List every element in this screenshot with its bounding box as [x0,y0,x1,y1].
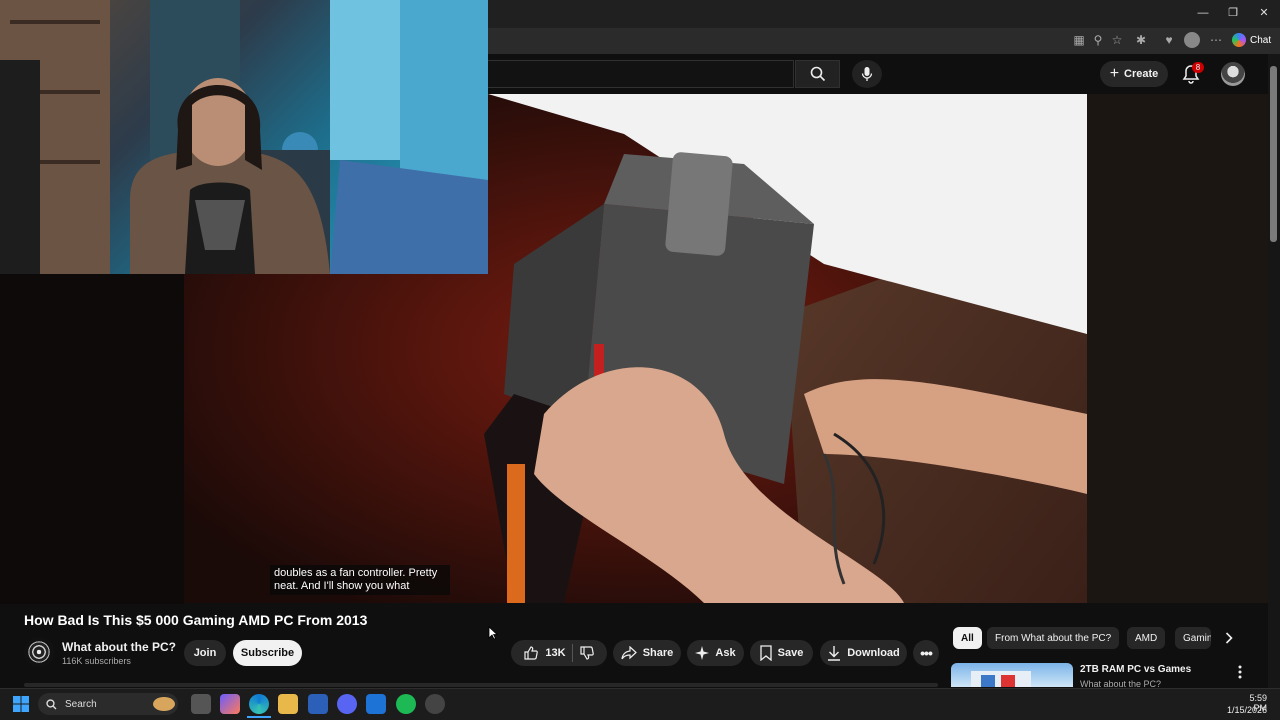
microphone-icon [861,67,873,81]
video-title: How Bad Is This $5 000 Gaming AMD PC Fro… [24,612,368,628]
app-icon[interactable] [366,694,386,714]
channel-avatar[interactable] [24,637,54,667]
taskbar-search-label: Search [65,698,97,710]
copilot-icon [1232,33,1246,47]
save-button[interactable]: Save [750,640,813,666]
search-button[interactable] [795,60,840,88]
clock-date[interactable]: 1/15/2026 [1226,705,1267,715]
voice-search-button[interactable] [852,60,882,88]
create-button[interactable]: + Create [1100,61,1168,87]
like-count: 13K [545,647,566,659]
video-pillarbox-left [0,274,184,604]
create-label: Create [1124,68,1159,80]
share-button[interactable]: Share [613,640,681,666]
extensions-icon[interactable]: ✱ [1133,32,1149,48]
more-actions-button[interactable]: ••• [913,640,939,666]
chat-label: Chat [1250,34,1272,46]
chevron-right-icon [1225,632,1233,644]
notification-badge: 8 [1192,62,1204,73]
profile-icon[interactable] [1184,32,1200,48]
chip-gaming[interactable]: Gaming [1175,627,1211,649]
minimize-icon[interactable]: — [1192,4,1214,22]
ask-button[interactable]: Ask [687,640,744,666]
zoom-icon[interactable]: ⚲ [1090,32,1106,48]
edge-browser-icon[interactable] [249,694,269,714]
active-app-indicator [247,716,271,718]
webcam-image [0,0,488,274]
spotify-icon[interactable] [396,694,416,714]
channel-name[interactable]: What about the PC? [62,640,176,654]
subscribe-button[interactable]: Subscribe [233,640,302,666]
share-label: Share [642,647,674,659]
collections-icon[interactable]: ♥ [1161,32,1177,48]
join-label: Join [193,647,217,659]
task-view-icon[interactable] [191,694,211,714]
join-button[interactable]: Join [184,640,226,666]
kebab-menu-icon[interactable] [1234,664,1246,680]
share-arrow-icon [621,646,637,660]
download-button[interactable]: Download [820,640,907,666]
thumbs-down-icon[interactable] [579,645,595,661]
account-avatar[interactable] [1221,62,1245,86]
favorite-star-icon[interactable]: ☆ [1109,32,1125,48]
sparkle-icon [695,646,710,660]
taskbar-search-icon [46,698,57,709]
chip-from-channel[interactable]: From What about the PC? [987,627,1120,649]
browser-title-bar [488,0,1280,28]
recommended-thumbnail[interactable] [951,663,1073,687]
chat-button[interactable]: Chat [1232,31,1271,49]
copilot-taskbar-icon[interactable] [220,694,240,714]
subscribe-label: Subscribe [240,647,295,659]
thumbs-up-icon [524,646,539,660]
chip-all[interactable]: All [953,627,982,649]
save-label: Save [777,647,804,659]
close-icon[interactable]: ✕ [1253,4,1275,22]
restore-icon[interactable]: ❐ [1222,4,1244,22]
download-label: Download [847,647,900,659]
chips-next-button[interactable] [1218,627,1240,649]
bookmark-icon [759,645,772,661]
subscriber-count: 116K subscribers [62,656,131,666]
more-menu-icon[interactable]: ⋯ [1208,32,1224,48]
video-pillarbox-right [1087,94,1280,603]
like-divider [571,644,573,662]
plus-icon: + [1109,65,1120,82]
search-icon [810,66,825,82]
mouse-cursor-icon [488,626,498,640]
description-box-edge [24,683,938,687]
search-highlight-icon [153,697,175,711]
taskbar-search[interactable]: Search [38,693,178,715]
ask-label: Ask [715,647,736,659]
discord-icon[interactable] [337,694,357,714]
search-input[interactable] [488,60,794,88]
download-icon [828,646,841,661]
thumbnail-image [971,671,1031,687]
webcam-overlay [0,0,488,274]
apps-icon[interactable]: ▦ [1071,32,1087,48]
windows-start-icon[interactable] [13,696,29,712]
obs-icon[interactable] [425,694,445,714]
video-caption: doubles as a fan controller. Pretty neat… [270,565,450,595]
more-horizontal-icon: ••• [920,645,933,661]
file-explorer-icon[interactable] [278,694,298,714]
like-dislike-group: 13K [511,640,607,666]
store-icon[interactable] [308,694,328,714]
recommended-title[interactable]: 2TB RAM PC vs Games [1080,664,1191,675]
recommended-channel: What about the PC? [1080,679,1162,687]
scrollbar-thumb[interactable] [1270,66,1277,242]
like-button[interactable]: 13K [523,645,566,661]
chip-amd[interactable]: AMD [1127,627,1166,649]
